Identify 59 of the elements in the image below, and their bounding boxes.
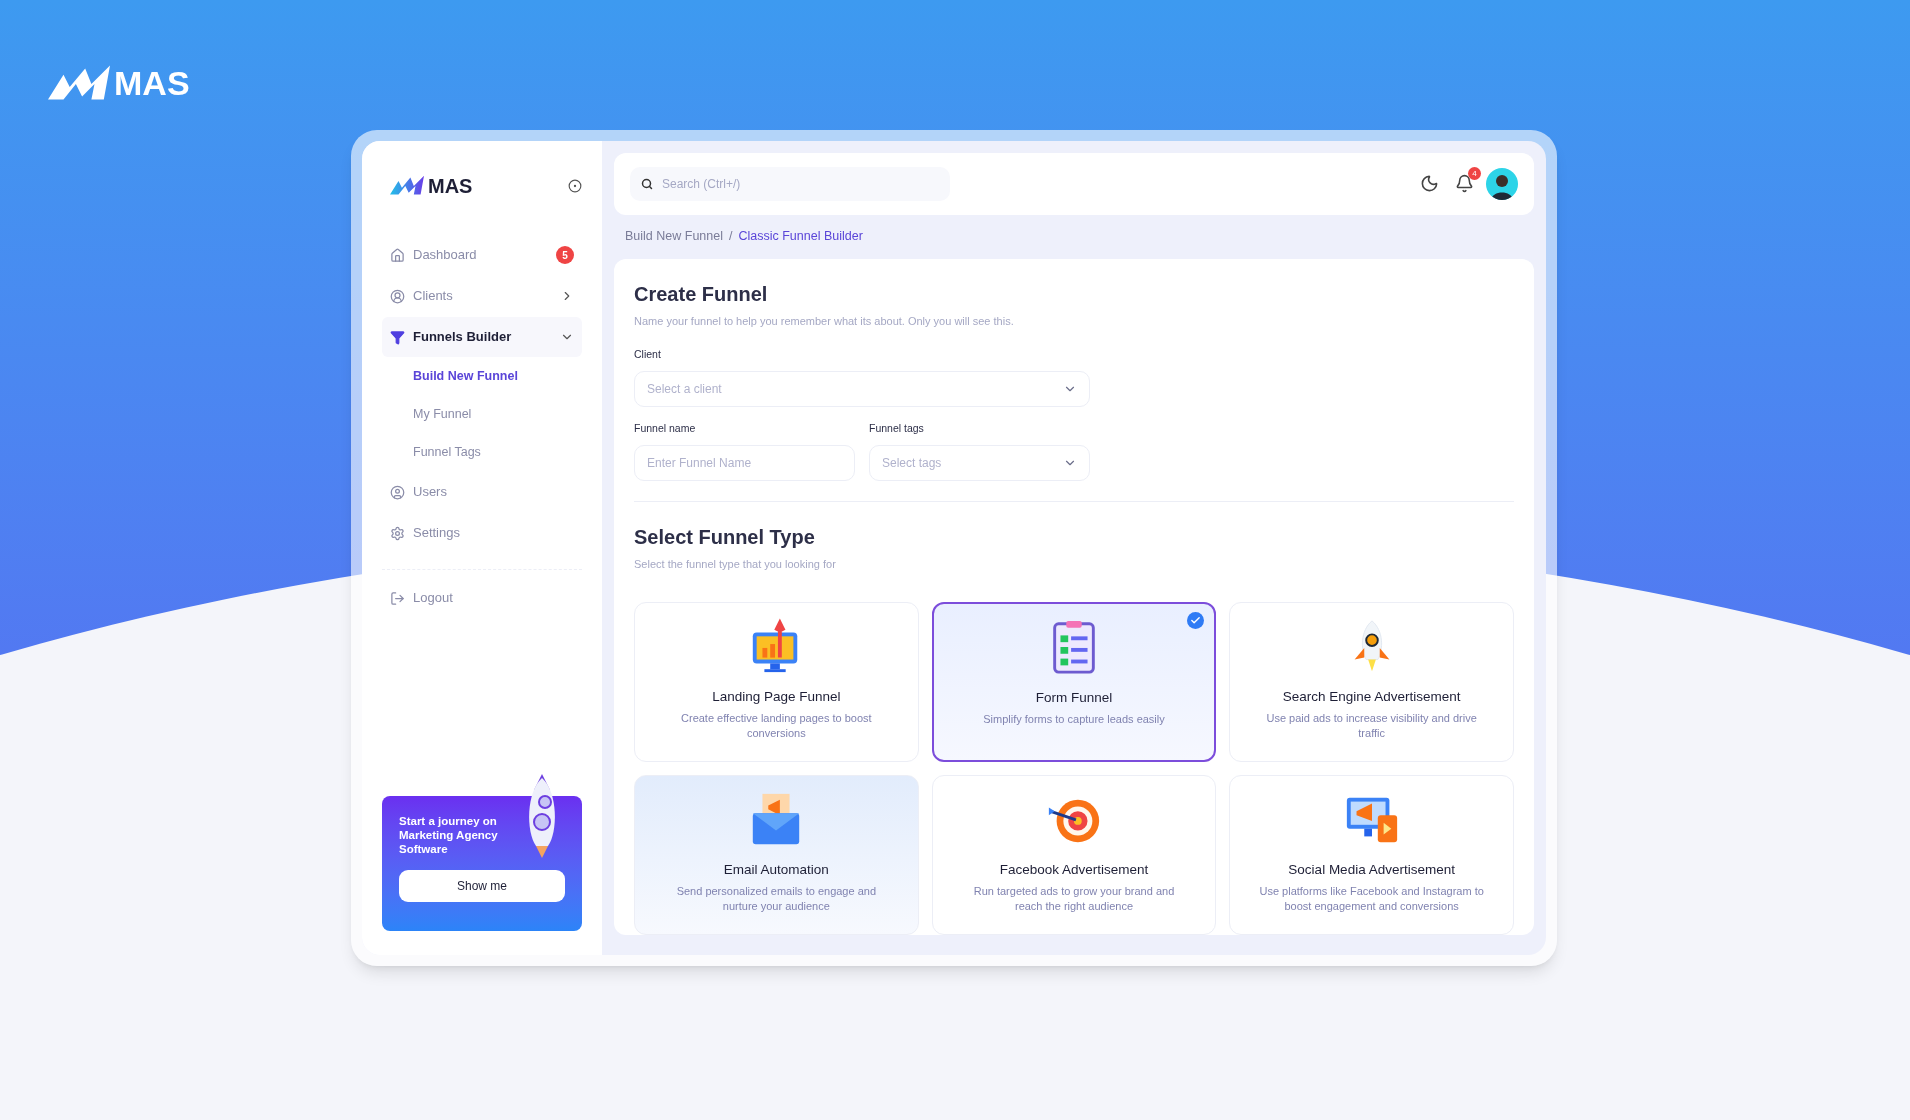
funnel-type-card[interactable]: Social Media Advertisement Use platforms like Facebook and Instagram to boost engagement and conversions — [1229, 775, 1514, 935]
logout-item[interactable]: Logout — [382, 578, 582, 618]
breadcrumb-link[interactable]: Classic Funnel Builder — [738, 227, 863, 246]
funnel-icon — [390, 329, 405, 345]
funnel-type-card[interactable]: Search Engine Advertisement Use paid ads to increase visibility and drive traffic — [1229, 602, 1514, 762]
notification-badge: 4 — [1468, 167, 1481, 181]
search-field[interactable]: Search (Ctrl+/) — [630, 166, 950, 201]
card-description: Simplify forms to capture leads easily — [982, 712, 1166, 728]
sidebar-item[interactable]: Users — [382, 472, 582, 512]
logo-icon — [390, 175, 424, 197]
logo-icon — [48, 64, 110, 103]
card-title: Landing Page Funnel — [712, 688, 841, 706]
sidebar-item[interactable]: Dashboard 5 — [382, 235, 582, 275]
card-title: Search Engine Advertisement — [1282, 688, 1461, 706]
card-description: Create effective landing pages to boost conversions — [680, 711, 873, 742]
card-description: Use platforms like Facebook and Instagram to boost engagement and conversions — [1258, 884, 1485, 915]
sidebar-item[interactable]: Clients — [382, 276, 582, 316]
card-title: Form Funnel — [1035, 689, 1113, 707]
user-icon — [390, 288, 405, 304]
submenu-item[interactable]: My Funnel — [413, 404, 472, 424]
check-icon — [1187, 612, 1205, 629]
home-icon — [390, 247, 405, 263]
count-badge: 5 — [556, 246, 574, 264]
funnel-type-card[interactable]: Landing Page Funnel Create effective landing pages to boost conversions — [634, 602, 919, 762]
dark-mode-icon[interactable] — [1420, 174, 1439, 194]
show-me-button[interactable]: Show me — [399, 870, 565, 902]
section-subtitle: Select the funnel type that you looking for — [634, 556, 837, 572]
logout-icon — [390, 590, 405, 606]
sidebar-item[interactable]: Settings — [382, 513, 582, 553]
funnel-type-card[interactable]: Facebook Advertisement Run targeted ads to grow your brand and reach the right audience — [931, 775, 1217, 935]
settings-icon — [390, 525, 405, 541]
card-description: Use paid ads to increase visibility and drive traffic — [1265, 711, 1478, 742]
section-subtitle: Name your funnel to help you remember what its about. Only you will see this. — [634, 313, 1015, 329]
breadcrumb-link[interactable]: Build New Funnel — [625, 227, 723, 246]
search-icon — [641, 177, 653, 190]
funnel-type-card[interactable]: Email Automation Send personalized emails to engage and nurture your audience — [634, 775, 919, 935]
funnel-type-card[interactable]: Form Funnel Simplify forms to capture leads easily — [931, 602, 1217, 762]
collapse-icon[interactable] — [568, 179, 582, 193]
card-title: Email Automation — [723, 861, 829, 879]
breadcrumb-separator: / — [728, 228, 733, 246]
sidebar-item[interactable]: Funnels Builder — [382, 317, 582, 357]
user-icon — [390, 484, 405, 500]
field-label: Funnel tags — [869, 420, 925, 436]
card-description: Run targeted ads to grow your brand and reach the right audience — [972, 884, 1176, 915]
field-label: Funnel name — [634, 420, 697, 436]
submenu-item[interactable]: Funnel Tags — [413, 442, 481, 462]
avatar[interactable] — [1486, 167, 1518, 200]
input-field[interactable]: Enter Funnel Name — [634, 444, 855, 481]
card-title: Facebook Advertisement — [999, 861, 1149, 879]
logo-text: MAS — [428, 174, 473, 199]
card-description: Send personalized emails to engage and nurture your audience — [675, 884, 877, 915]
promo-text: Start a journey on Marketing Agency Software — [399, 814, 499, 856]
section-title: Create Funnel — [634, 281, 769, 307]
submenu-item[interactable]: Build New Funnel — [413, 366, 518, 386]
logo-text: MAS — [114, 63, 190, 104]
field-label: Client — [634, 347, 662, 362]
card-title: Social Media Advertisement — [1288, 861, 1455, 879]
notification-icon[interactable] — [1455, 174, 1474, 194]
section-title: Select Funnel Type — [634, 524, 816, 550]
